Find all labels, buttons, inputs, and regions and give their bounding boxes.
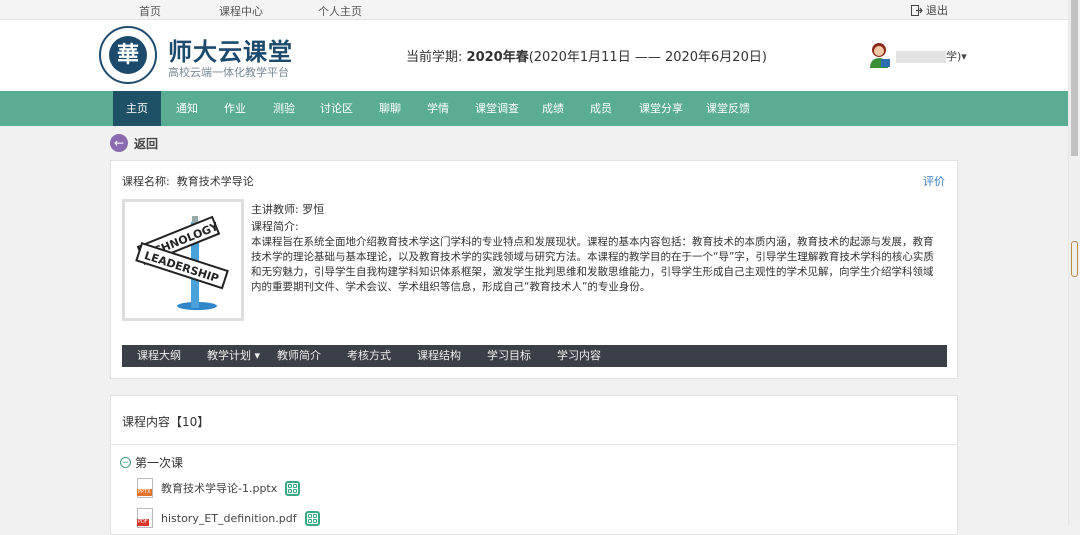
file-item[interactable]: PDF history_ET_definition.pdf [137,508,320,528]
nav-item-home[interactable]: 主页 [113,91,161,126]
back-label: 返回 [134,136,159,151]
subnav-objectives[interactable]: 学习目标 [487,345,531,367]
subnav-content[interactable]: 学习内容 [557,345,601,367]
user-menu[interactable]: 学)▾ [896,48,967,64]
nav-item-quiz[interactable]: 测验 [273,91,295,126]
back-button[interactable]: ← 返回 [110,134,158,152]
logout-label: 退出 [926,4,948,17]
divider [111,444,957,445]
logo-emblem: 華 [109,36,147,74]
nav-item-feedback[interactable]: 课堂反馈 [706,91,750,126]
subnav-teaching-plan-label: 教学计划 [207,349,251,362]
term-value: 2020年春 [466,50,529,65]
vertical-scrollbar[interactable] [1068,0,1080,525]
site-title: 师大云课堂 [168,38,293,66]
course-name: 课程名称: 教育技术学导论 [122,173,254,189]
logout-icon [911,4,923,16]
grid-icon[interactable] [304,510,320,526]
university-logo: 華 [99,26,157,84]
course-info-card: 课程名称: 教育技术学导论 评价 TECHNOLOGY LEADERSHIP 主… [110,160,958,379]
nav-item-learning-status[interactable]: 学情 [427,91,449,126]
current-term: 当前学期: 2020年春(2020年1月11日 —— 2020年6月20日) [406,46,767,65]
teacher-name: 罗恒 [302,203,325,216]
course-center-link[interactable]: 课程中心 [219,3,263,19]
subnav-structure[interactable]: 课程结构 [417,345,461,367]
intro-label: 课程简介: [251,220,299,233]
main-nav: 主页 通知 作业 测验 讨论区 聊聊 学情 课堂调查 成绩 成员 课堂分享 课堂… [0,91,1068,126]
teacher-label: 主讲教师: [251,203,299,216]
file-item[interactable]: PPTX 教育技术学导论-1.pptx [137,478,301,498]
nav-item-homework[interactable]: 作业 [224,91,246,126]
file-type-tag: PPTX [137,489,152,496]
course-content-card: 课程内容【10】 − 第一次课 PPTX 教育技术学导论-1.pptx PDF … [110,395,958,535]
grid-icon[interactable] [285,480,301,496]
course-subnav: 课程大纲 教学计划 ▾ 教师简介 考核方式 课程结构 学习目标 学习内容 [122,345,947,367]
nav-item-discussion[interactable]: 讨论区 [320,91,353,126]
home-link[interactable]: 首页 [139,3,161,19]
nav-item-survey[interactable]: 课堂调查 [475,91,519,126]
pdf-file-icon: PDF [137,508,153,528]
caret-down-icon: ▾ [254,349,261,362]
rate-link[interactable]: 评价 [923,173,945,189]
scrollbar-marker [1071,241,1078,277]
header: 華 师大云课堂 高校云端一体化教学平台 当前学期: 2020年春(2020年1月… [0,20,1068,91]
course-intro: 本课程旨在系统全面地介绍教育技术学这门学科的专业特点和发展现状。课程的基本内容包… [251,236,934,293]
course-name-value: 教育技术学导论 [176,175,254,188]
course-name-label: 课程名称: [122,175,170,188]
term-range: (2020年1月11日 —— 2020年6月20日) [528,50,767,65]
personal-home-link[interactable]: 个人主页 [318,3,362,19]
pptx-file-icon: PPTX [137,478,153,498]
scrollbar-thumb[interactable] [1071,0,1078,156]
teacher-info: 主讲教师: 罗恒 [251,201,324,217]
subnav-assessment[interactable]: 考核方式 [347,345,391,367]
collapse-icon: − [120,457,131,468]
content-title: 课程内容【10】 [122,415,210,429]
user-avatar-icon[interactable] [868,42,892,68]
term-label: 当前学期: [406,50,463,65]
nav-item-members[interactable]: 成员 [590,91,612,126]
caret-down-icon: ▾ [961,50,967,63]
nav-item-chat[interactable]: 聊聊 [379,91,401,126]
nav-item-grades[interactable]: 成绩 [542,91,564,126]
top-bar: 首页 课程中心 个人主页 退出 [0,0,1068,20]
back-arrow-icon: ← [110,134,128,152]
lesson-toggle[interactable]: − 第一次课 [120,454,183,471]
site-subtitle: 高校云端一体化教学平台 [168,66,289,79]
user-name-redacted [896,51,946,63]
file-name[interactable]: history_ET_definition.pdf [161,512,297,525]
nav-item-notice[interactable]: 通知 [176,91,198,126]
lesson-title: 第一次课 [135,456,184,470]
user-suffix: 学) [946,50,962,63]
nav-item-share[interactable]: 课堂分享 [639,91,683,126]
subnav-syllabus[interactable]: 课程大纲 [137,345,181,367]
subnav-teaching-plan[interactable]: 教学计划 ▾ [207,345,260,367]
subnav-teacher-intro[interactable]: 教师简介 [277,345,321,367]
course-cover-image: TECHNOLOGY LEADERSHIP [122,199,244,321]
logout-button[interactable]: 退出 [911,2,948,18]
file-name[interactable]: 教育技术学导论-1.pptx [161,480,277,496]
